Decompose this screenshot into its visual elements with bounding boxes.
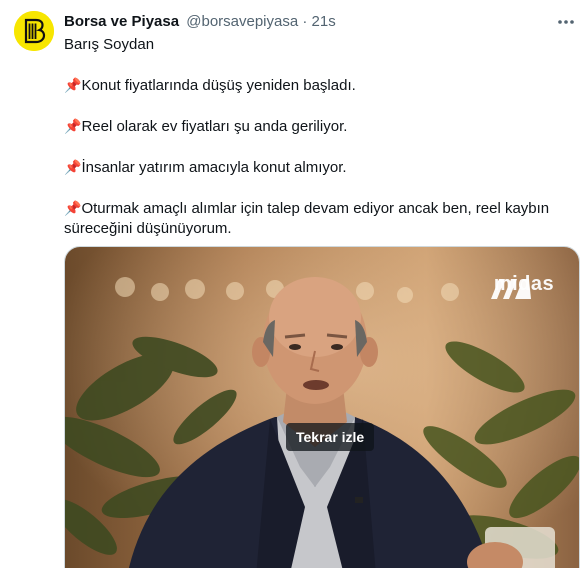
pushpin-icon: 📌: [64, 118, 82, 134]
avatar[interactable]: [14, 11, 54, 51]
display-name[interactable]: Borsa ve Piyasa: [64, 13, 179, 30]
separator-dot: ·: [302, 13, 308, 30]
midas-watermark: midas: [489, 273, 559, 299]
author-line: Barış Soydan: [64, 36, 155, 53]
midas-logo-text: midas: [493, 273, 555, 295]
tweet-line-4: 📌Oturmak amaçlı alımlar için talep devam…: [64, 200, 550, 237]
timestamp[interactable]: 21s: [312, 13, 336, 30]
pushpin-icon: 📌: [64, 77, 82, 93]
tweet-text: Barış Soydan 📌Konut fiyatlarında düşüş y…: [64, 35, 576, 239]
user-handle[interactable]: @borsavepiyasa: [186, 13, 298, 30]
tweet-line-1: 📌Konut fiyatlarında düşüş yeniden başlad…: [64, 77, 356, 94]
more-options-icon[interactable]: [556, 13, 576, 31]
replay-button[interactable]: Tekrar izle: [286, 423, 375, 451]
tweet-line-3: 📌İnsanlar yatırım amacıyla konut almıyor…: [64, 159, 347, 176]
tweet[interactable]: Borsa ve Piyasa @borsavepiyasa · 21s Bar…: [0, 0, 586, 568]
video-player[interactable]: midas Tekrar izle: [64, 246, 580, 568]
borsa-logo-icon: [14, 11, 54, 51]
pushpin-icon: 📌: [64, 159, 82, 175]
tweet-line-2: 📌Reel olarak ev fiyatları şu anda gerili…: [64, 118, 348, 135]
tweet-header: Borsa ve Piyasa @borsavepiyasa · 21s: [64, 12, 336, 32]
pushpin-icon: 📌: [64, 200, 82, 216]
